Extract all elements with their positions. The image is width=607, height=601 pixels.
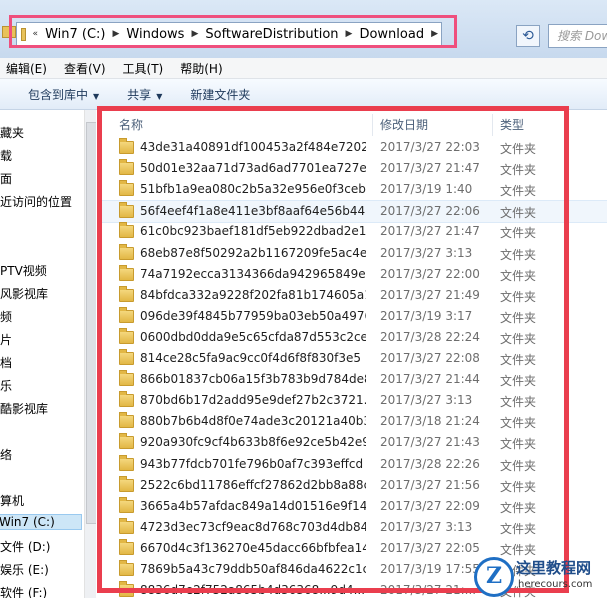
refresh-button[interactable]: ⟲	[516, 25, 540, 47]
nav-item-fengying[interactable]: 风影视库	[0, 285, 48, 302]
nav-item-music[interactable]: 乐	[0, 377, 12, 394]
nav-item-drive-d[interactable]: 文件 (D:)	[0, 538, 50, 555]
nav-item-drive-c[interactable]: Win7 (C:)	[0, 514, 82, 530]
nav-scrollbar-thumb[interactable]	[86, 122, 96, 524]
menu-view[interactable]: 查看(V)	[64, 60, 106, 77]
include-label: 包含到库中	[28, 87, 89, 102]
nav-item-desktop[interactable]: 面	[0, 170, 12, 187]
nav-item-kuying[interactable]: 酷影视库	[0, 400, 48, 417]
nav-item-pptv[interactable]: PTV视频	[0, 262, 47, 279]
menu-tools[interactable]: 工具(T)	[123, 60, 164, 77]
watermark: Z 这里教程网 herecours.com	[470, 553, 607, 598]
navigation-pane: 藏夹 载 面 近访问的位置 PTV视频 风影视库 频 片 档 乐 酷影视库 络 …	[0, 110, 96, 598]
watermark-logo-icon: Z	[474, 557, 514, 597]
watermark-title: 这里教程网	[516, 559, 592, 577]
highlight-box-files	[97, 106, 569, 593]
nav-item-computer[interactable]: 算机	[0, 492, 24, 509]
nav-item-drive-e[interactable]: 娱乐 (E:)	[0, 561, 49, 578]
include-in-library-button[interactable]: 包含到库中 ▼	[28, 86, 99, 103]
nav-scrollbar[interactable]	[84, 110, 96, 598]
watermark-url: herecours.com	[518, 579, 593, 590]
search-input[interactable]: 搜索 Dow	[548, 24, 607, 48]
dropdown-caret-icon: ▼	[156, 91, 163, 101]
highlight-box-address	[9, 15, 457, 48]
menu-bar: 编辑(E) 查看(V) 工具(T) 帮助(H)	[0, 58, 607, 79]
share-button[interactable]: 共享 ▼	[127, 86, 162, 103]
nav-item-favorites[interactable]: 藏夹	[0, 124, 24, 141]
menu-edit[interactable]: 编辑(E)	[6, 60, 47, 77]
dropdown-caret-icon: ▼	[93, 91, 100, 101]
share-label: 共享	[127, 87, 152, 102]
nav-item-drive-f[interactable]: 软件 (F:)	[0, 584, 47, 598]
menu-help[interactable]: 帮助(H)	[180, 60, 222, 77]
nav-item-pictures[interactable]: 片	[0, 331, 12, 348]
nav-item-network[interactable]: 络	[0, 446, 12, 463]
nav-item-videos[interactable]: 频	[0, 308, 12, 325]
nav-item-documents[interactable]: 档	[0, 354, 12, 371]
new-folder-button[interactable]: 新建文件夹	[190, 86, 250, 103]
nav-item-recent-places[interactable]: 近访问的位置	[0, 193, 72, 210]
nav-item-downloads[interactable]: 载	[0, 147, 12, 164]
